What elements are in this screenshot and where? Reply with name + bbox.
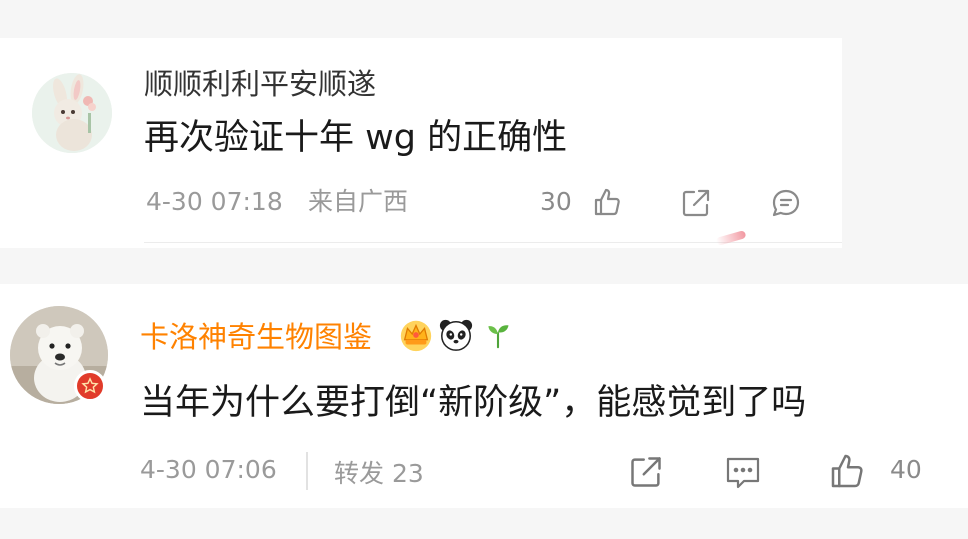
- panda-medal-icon[interactable]: [437, 316, 475, 354]
- separator: [306, 452, 308, 490]
- comment-bubble-icon[interactable]: [770, 187, 802, 219]
- comment-text: 当年为什么要打倒“新阶级”，能感觉到了吗: [140, 383, 807, 423]
- like-count: 40: [890, 455, 922, 484]
- share-icon[interactable]: [628, 454, 664, 490]
- comment-text: 再次验证十年 wg 的正确性: [144, 118, 568, 158]
- thumbs-up-icon[interactable]: [592, 186, 624, 218]
- avatar[interactable]: [32, 73, 112, 153]
- bunny-avatar-icon: [32, 73, 112, 153]
- like-count: 30: [540, 187, 572, 216]
- comment-icon[interactable]: [724, 455, 762, 491]
- repost-count[interactable]: 转发 23: [334, 458, 424, 490]
- timestamp: 4-30 07:06: [140, 455, 277, 484]
- divider: [144, 242, 842, 243]
- crown-medal-icon[interactable]: [396, 316, 436, 354]
- username[interactable]: 顺顺利利平安顺遂: [144, 66, 376, 102]
- username[interactable]: 卡洛神奇生物图鉴: [140, 319, 372, 355]
- location-label: 来自广西: [308, 187, 409, 216]
- vip-badge-icon: [74, 370, 106, 402]
- timestamp: 4-30 07:18: [146, 187, 283, 216]
- sprout-medal-icon[interactable]: [482, 316, 514, 354]
- thumbs-up-icon[interactable]: [828, 451, 868, 491]
- share-icon[interactable]: [680, 187, 712, 219]
